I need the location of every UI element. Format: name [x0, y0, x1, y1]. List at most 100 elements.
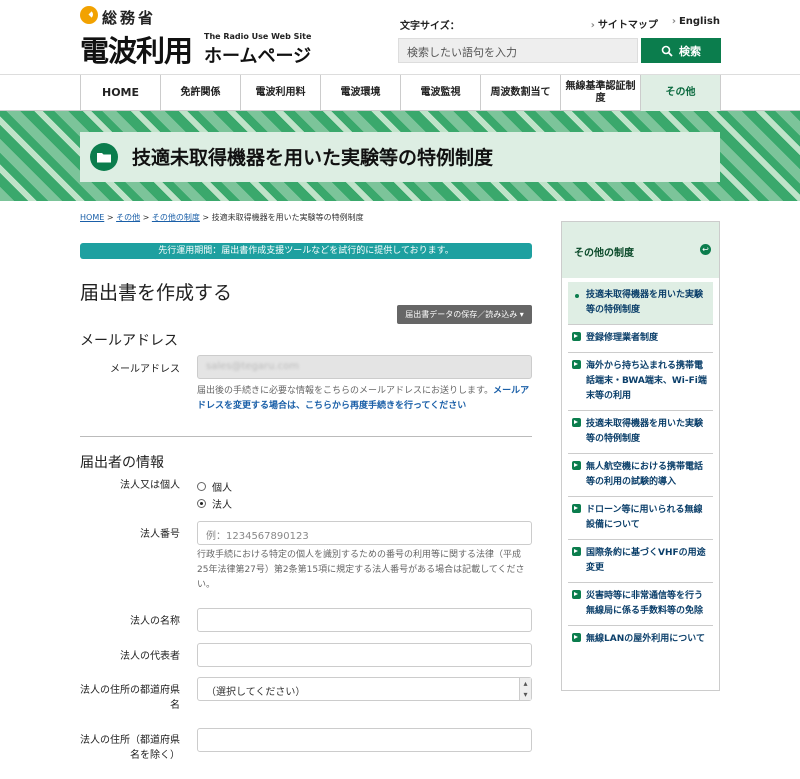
ministry-logo-icon	[80, 6, 98, 24]
nav-item-fee[interactable]: 電波利用料	[241, 75, 321, 111]
sidebar-item-label: 無人航空機における携帯電話等の利用の試験的導入	[586, 462, 704, 487]
sidebar-item-wlan[interactable]: 無線LANの屋外利用について	[568, 626, 713, 653]
radio-individual-label: 個人	[212, 483, 232, 494]
radio-checked-icon	[197, 499, 206, 508]
sidebar-list: 技適未取得機器を用いた実験等の特例制度 登録修理業者制度 海外から持ち込まれる携…	[562, 278, 719, 653]
sidebar-header: その他の制度 ↩	[562, 222, 719, 278]
arrow-right-icon	[572, 360, 581, 369]
arrow-right-icon	[572, 418, 581, 427]
prefecture-select[interactable]: （選択してください） ▴ ▾	[197, 677, 532, 701]
corp-name-label: 法人の名称	[130, 616, 180, 627]
radio-individual[interactable]: 個人	[197, 479, 232, 494]
representative-label: 法人の代表者	[120, 651, 180, 662]
logo-homepage: ホームページ	[204, 46, 312, 67]
search-button-label: 検索	[679, 44, 701, 58]
sidebar-item-label: 災害時等に非常通信等を行う無線局に係る手数料等の免除	[586, 591, 704, 616]
search-button[interactable]: 検索	[641, 38, 721, 63]
sidebar-item-label: 海外から持ち込まれる携帯電話端末・BWA端末、Wi-Fi端末等の利用	[586, 361, 707, 401]
arrow-right-icon	[572, 547, 581, 556]
prefecture-selected: （選択してください）	[206, 687, 306, 698]
logo-english: The Radio Use Web Site	[204, 32, 312, 41]
arrow-right-icon	[572, 461, 581, 470]
site-header: 総務省 電波利用 The Radio Use Web Site ホームページ 文…	[0, 0, 800, 75]
form-title: 届出書を作成する	[80, 282, 233, 304]
sidebar-title: その他の制度	[574, 248, 634, 259]
sidebar-item-disaster[interactable]: 災害時等に非常通信等を行う無線局に係る手数料等の免除	[568, 583, 713, 626]
save-load-label: 届出書データの保存／読み込み	[405, 310, 518, 319]
chevron-right-icon: ›	[671, 16, 676, 27]
search-icon	[661, 45, 673, 57]
sidebar-item-label: 技適未取得機器を用いた実験等の特例制度	[586, 419, 704, 444]
font-size-label: 文字サイズ：	[400, 21, 460, 32]
breadcrumb-current: 技適未取得機器を用いた実験等の特例制度	[211, 213, 364, 222]
section-divider	[80, 436, 532, 437]
corp-name-input[interactable]	[197, 608, 532, 632]
page-banner: 技適未取得機器を用いた実験等の特例制度	[0, 111, 800, 201]
save-load-button[interactable]: 届出書データの保存／読み込み ▾	[397, 305, 532, 324]
corp-number-label: 法人番号	[140, 529, 180, 540]
sidebar-item-label: ドローン等に用いられる無線設備について	[586, 505, 703, 530]
sitemap-link[interactable]: › サイトマップ	[591, 16, 658, 31]
english-link[interactable]: › English	[672, 16, 720, 31]
email-help: 届出後の手続きに必要な情報をこちらのメールアドレスにお送りします。メールアドレス…	[197, 384, 532, 414]
applicant-section-heading: 届出者の情報	[80, 455, 164, 471]
email-field: sales@tegaru.com	[197, 355, 532, 379]
breadcrumb: HOME > その他 > その他の制度 > 技適未取得機器を用いた実験等の特例制…	[80, 212, 364, 223]
nav-item-certification[interactable]: 無線基準認証制度	[561, 75, 641, 111]
nav-item-frequency[interactable]: 周波数割当て	[481, 75, 561, 111]
logo-ministry-name: 総務省	[102, 9, 157, 27]
arrow-right-icon	[572, 633, 581, 642]
sidebar-item-label: 技適未取得機器を用いた実験等の特例制度	[586, 290, 704, 315]
sidebar-item-overseas-terminals[interactable]: 海外から持ち込まれる携帯電話端末・BWA端末、Wi-Fi端末等の利用	[568, 353, 713, 411]
nav-item-home[interactable]: HOME	[81, 75, 161, 111]
radio-corporation-label: 法人	[212, 500, 232, 511]
breadcrumb-other-systems[interactable]: その他の制度	[152, 213, 200, 222]
sidebar-item-repair[interactable]: 登録修理業者制度	[568, 325, 713, 353]
sidebar-item-label: 無線LANの屋外利用について	[586, 634, 705, 644]
search-input[interactable]: 検索したい語句を入力	[398, 38, 638, 63]
select-arrows-icon: ▴ ▾	[519, 678, 531, 700]
sitemap-label: サイトマップ	[597, 20, 658, 31]
chevron-right-icon: ›	[590, 20, 595, 31]
sidebar-item-label: 登録修理業者制度	[586, 333, 659, 343]
nav-item-other[interactable]: その他	[641, 75, 721, 111]
radio-corporation[interactable]: 法人	[197, 496, 232, 511]
type-label: 法人又は個人	[120, 480, 180, 491]
breadcrumb-separator: >	[104, 213, 117, 222]
corp-number-input[interactable]: 例：1234567890123	[197, 521, 532, 545]
sidebar-item-current[interactable]: 技適未取得機器を用いた実験等の特例制度	[568, 282, 713, 325]
email-section-heading: メールアドレス	[80, 333, 178, 349]
arrow-right-icon	[572, 332, 581, 341]
nav-item-environment[interactable]: 電波環境	[321, 75, 401, 111]
breadcrumb-other[interactable]: その他	[116, 213, 140, 222]
address-label: 法人の住所（都道府県名を除く）	[80, 735, 180, 761]
breadcrumb-separator: >	[199, 213, 212, 222]
prefecture-label: 法人の住所の都道府県名	[80, 685, 180, 711]
email-help-text: 届出後の手続きに必要な情報をこちらのメールアドレスにお送りします。	[197, 386, 494, 396]
sidebar-item-drone[interactable]: ドローン等に用いられる無線設備について	[568, 497, 713, 540]
email-label: メールアドレス	[110, 364, 180, 375]
sidebar: その他の制度 ↩ 技適未取得機器を用いた実験等の特例制度 登録修理業者制度 海外…	[561, 221, 720, 691]
global-nav: HOME 免許関係 電波利用料 電波環境 電波監視 周波数割当て 無線基準認証制…	[0, 75, 800, 111]
sidebar-item-special-exemption[interactable]: 技適未取得機器を用いた実験等の特例制度	[568, 411, 713, 454]
top-links: › サイトマップ › English	[591, 16, 720, 31]
caret-down-icon: ▾	[519, 310, 524, 319]
english-label: English	[678, 16, 720, 27]
arrow-right-icon	[572, 590, 581, 599]
bullet-icon	[575, 294, 579, 298]
sidebar-item-vhf[interactable]: 国際条約に基づくVHFの用途変更	[568, 540, 713, 583]
notice-bar: 先行運用期間：届出書作成支援ツールなどを試行的に提供しております。	[80, 243, 532, 259]
sidebar-item-uav[interactable]: 無人航空機における携帯電話等の利用の試験的導入	[568, 454, 713, 497]
nav-item-license[interactable]: 免許関係	[161, 75, 241, 111]
nav-item-monitoring[interactable]: 電波監視	[401, 75, 481, 111]
representative-input[interactable]	[197, 643, 532, 667]
folder-icon	[90, 143, 118, 171]
address-input[interactable]	[197, 728, 532, 752]
return-arrow-icon[interactable]: ↩	[700, 244, 711, 255]
breadcrumb-home[interactable]: HOME	[80, 213, 104, 222]
breadcrumb-separator: >	[140, 213, 152, 222]
sidebar-item-label: 国際条約に基づくVHFの用途変更	[586, 548, 706, 573]
arrow-right-icon	[572, 504, 581, 513]
corp-number-help: 行政手続における特定の個人を識別するための番号の利用等に関する法律（平成25年法…	[197, 550, 525, 590]
logo-title: 電波利用	[80, 34, 193, 68]
